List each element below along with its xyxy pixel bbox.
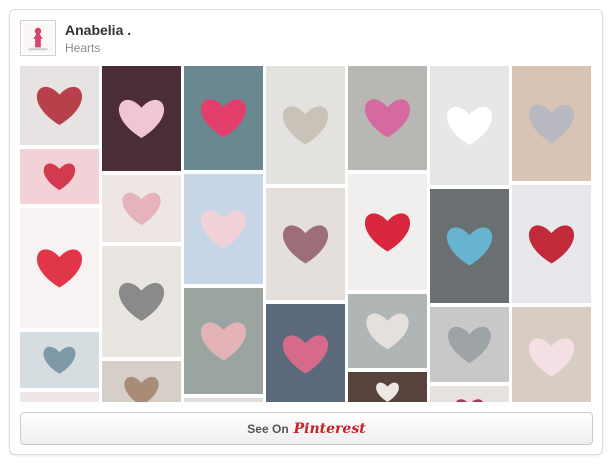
pin-thumbnail-graphic bbox=[184, 398, 263, 402]
avatar[interactable] bbox=[20, 20, 56, 56]
board-owner-name[interactable]: Anabelia . bbox=[65, 22, 131, 38]
pin-thumbnail-graphic bbox=[20, 66, 99, 145]
pin-thumbnail-graphic bbox=[430, 189, 509, 303]
pin-image[interactable] bbox=[348, 372, 427, 402]
pin-image[interactable] bbox=[512, 66, 591, 181]
pin-image[interactable] bbox=[184, 398, 263, 402]
pin-image[interactable] bbox=[430, 386, 509, 402]
pin-image[interactable] bbox=[266, 66, 345, 184]
pin-thumbnail-graphic bbox=[430, 66, 509, 185]
pin-thumbnail-graphic bbox=[20, 149, 99, 204]
pinterest-logo: Pinterest bbox=[293, 420, 366, 437]
pin-thumbnail-graphic bbox=[102, 246, 181, 357]
pin-thumbnail-graphic bbox=[102, 175, 181, 242]
pin-image[interactable] bbox=[266, 304, 345, 402]
pin-image[interactable] bbox=[102, 175, 181, 242]
pin-thumbnail-graphic bbox=[20, 332, 99, 388]
pin-image[interactable] bbox=[184, 288, 263, 394]
see-on-label: See On bbox=[247, 421, 289, 436]
pin-thumbnail-graphic bbox=[184, 66, 263, 170]
pin-image[interactable] bbox=[348, 294, 427, 368]
pin-thumbnail-graphic bbox=[102, 361, 181, 402]
pin-thumbnail-graphic bbox=[512, 307, 591, 402]
pin-image[interactable] bbox=[512, 307, 591, 402]
board-header: Anabelia . Hearts bbox=[20, 20, 580, 68]
pin-image[interactable] bbox=[512, 185, 591, 303]
pin-image[interactable] bbox=[430, 307, 509, 382]
avatar-icon bbox=[23, 23, 53, 53]
pin-image[interactable] bbox=[348, 66, 427, 170]
pin-image[interactable] bbox=[348, 174, 427, 290]
pin-board-widget: Anabelia . Hearts See On Pinterest bbox=[9, 9, 603, 455]
pin-image[interactable] bbox=[430, 189, 509, 303]
pin-thumbnail-graphic bbox=[20, 392, 99, 402]
pin-thumbnail-graphic bbox=[266, 66, 345, 184]
pin-thumbnail-graphic bbox=[266, 188, 345, 300]
pin-image[interactable] bbox=[430, 66, 509, 185]
board-title[interactable]: Hearts bbox=[65, 41, 100, 55]
pin-grid bbox=[20, 66, 593, 402]
pin-image[interactable] bbox=[266, 188, 345, 300]
pin-thumbnail-graphic bbox=[430, 307, 509, 382]
pin-thumbnail-graphic bbox=[20, 208, 99, 328]
pin-image[interactable] bbox=[20, 392, 99, 402]
pin-thumbnail-graphic bbox=[348, 372, 427, 402]
pin-thumbnail-graphic bbox=[512, 66, 591, 181]
pin-image[interactable] bbox=[102, 361, 181, 402]
pin-thumbnail-graphic bbox=[348, 66, 427, 170]
pin-image[interactable] bbox=[20, 208, 99, 328]
pin-thumbnail-graphic bbox=[266, 304, 345, 402]
pin-image[interactable] bbox=[20, 66, 99, 145]
pin-thumbnail-graphic bbox=[348, 294, 427, 368]
pin-thumbnail-graphic bbox=[184, 174, 263, 284]
pin-thumbnail-graphic bbox=[348, 174, 427, 290]
pin-image[interactable] bbox=[102, 66, 181, 171]
pin-image[interactable] bbox=[20, 149, 99, 204]
pin-image[interactable] bbox=[102, 246, 181, 357]
pin-image[interactable] bbox=[184, 174, 263, 284]
pin-thumbnail-graphic bbox=[102, 66, 181, 171]
pin-thumbnail-graphic bbox=[512, 185, 591, 303]
pin-thumbnail-graphic bbox=[184, 288, 263, 394]
pin-thumbnail-graphic bbox=[430, 386, 509, 402]
pin-image[interactable] bbox=[184, 66, 263, 170]
see-on-pinterest-button[interactable]: See On Pinterest bbox=[20, 412, 593, 445]
pin-image[interactable] bbox=[20, 332, 99, 388]
